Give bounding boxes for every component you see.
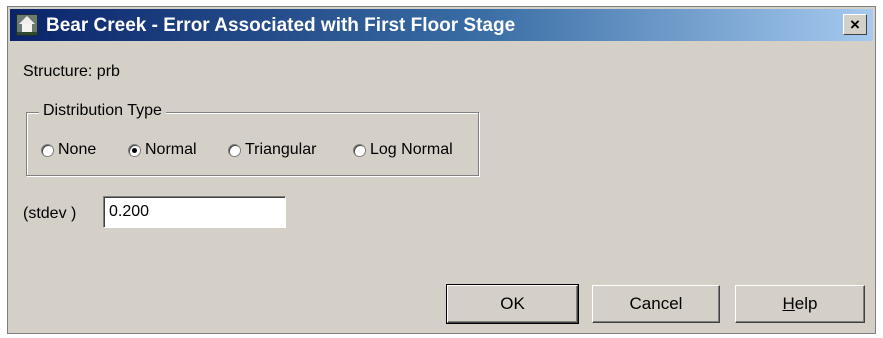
cancel-button[interactable]: Cancel (592, 285, 720, 323)
radio-triangular[interactable]: Triangular (228, 141, 316, 159)
help-button-label: Help (783, 294, 818, 314)
radio-triangular-label: Triangular (245, 141, 317, 158)
dialog-window: Bear Creek - Error Associated with First… (7, 6, 876, 334)
radio-normal[interactable]: Normal (128, 141, 197, 159)
radio-log-normal[interactable]: Log Normal (353, 141, 453, 159)
stdev-label: (stdev ) (23, 205, 77, 222)
title-bar[interactable]: Bear Creek - Error Associated with First… (10, 9, 873, 41)
radio-none[interactable]: None (41, 141, 96, 159)
radio-triangular-circle[interactable] (228, 143, 241, 157)
structure-label: Structure: prb (23, 63, 120, 80)
radio-none-label: None (58, 141, 97, 158)
window-title: Bear Creek - Error Associated with First… (46, 15, 516, 36)
radio-log-normal-label: Log Normal (370, 141, 453, 158)
help-rest: elp (794, 294, 818, 313)
close-icon: × (850, 15, 860, 34)
radio-normal-label: Normal (145, 141, 197, 158)
help-button[interactable]: Help (735, 285, 865, 323)
radio-log-normal-circle[interactable] (353, 143, 366, 157)
ok-button[interactable]: OK (446, 284, 579, 324)
cancel-button-label: Cancel (629, 294, 683, 313)
house-flood-icon (16, 14, 38, 36)
ok-button-label: OK (500, 294, 525, 313)
distribution-type-legend: Distribution Type (39, 102, 166, 120)
radio-none-circle[interactable] (41, 143, 54, 157)
distribution-type-group: Distribution Type None Normal Triangular… (26, 102, 479, 176)
close-button[interactable]: × (843, 14, 867, 35)
help-mnemonic: H (782, 294, 795, 313)
stdev-input[interactable] (103, 196, 286, 228)
radio-normal-circle[interactable] (128, 143, 141, 157)
